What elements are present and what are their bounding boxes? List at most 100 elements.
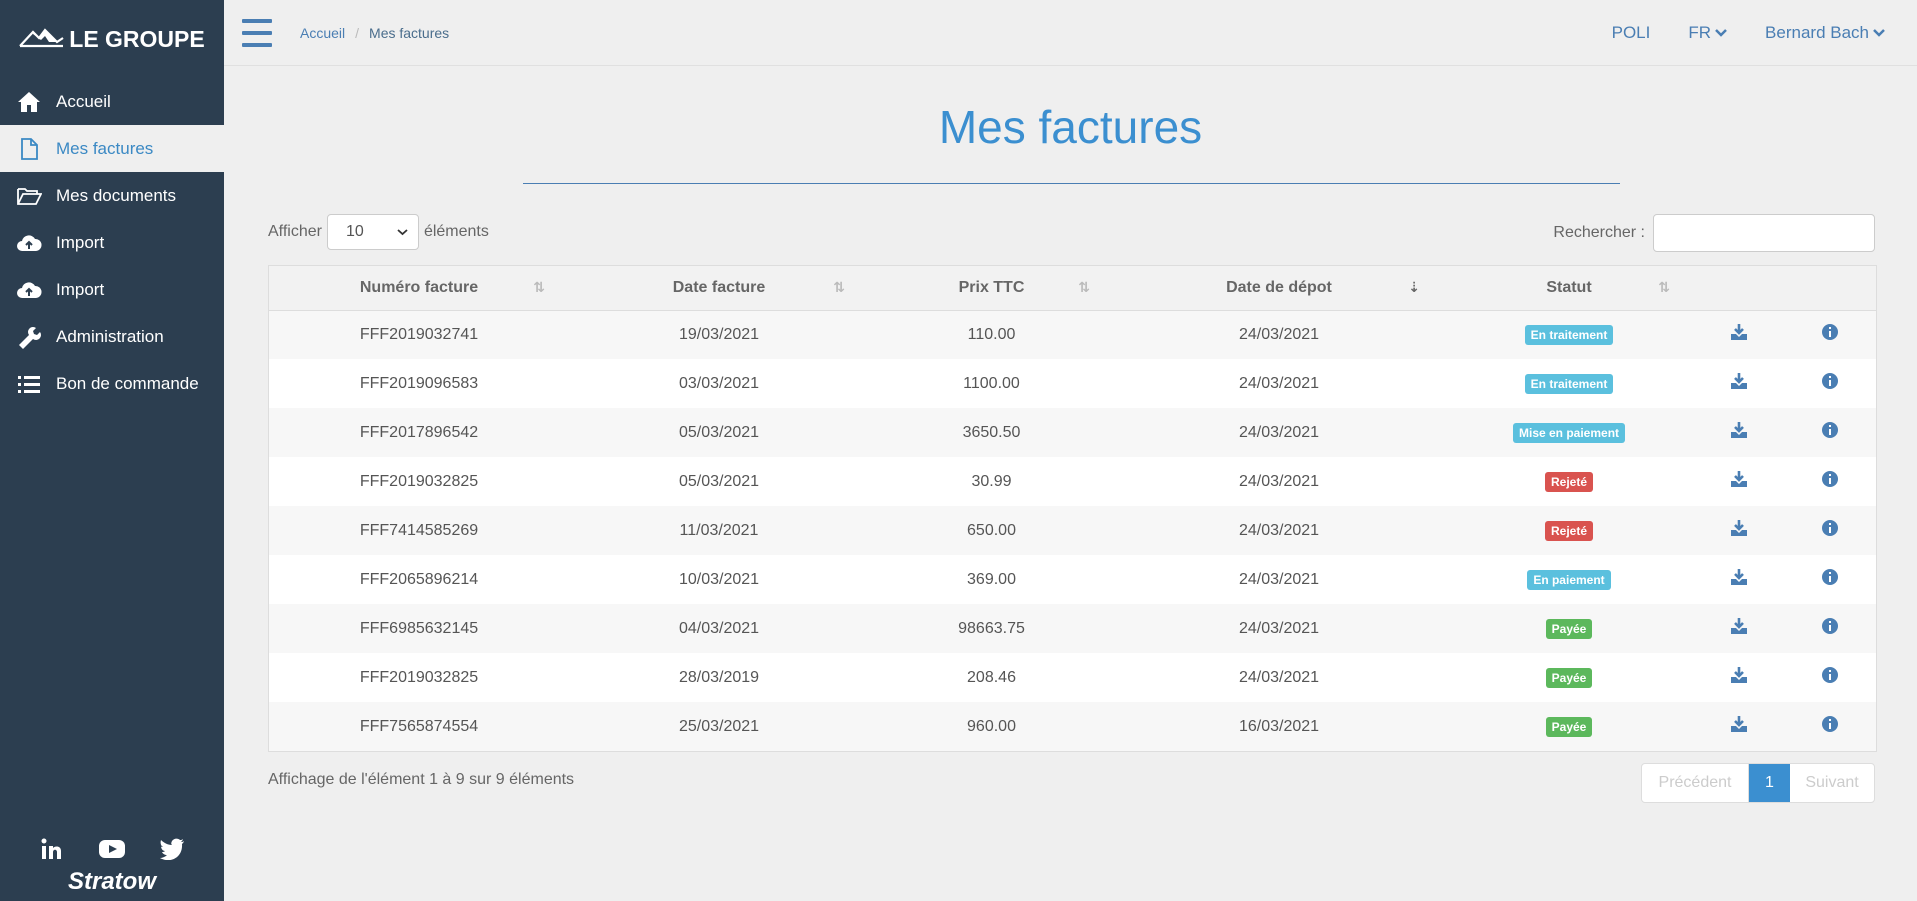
footer-brand-logo[interactable]: Stratow — [0, 868, 224, 896]
sidebar-item-label: Accueil — [56, 91, 111, 111]
table-row: FFF2019032825 28/03/2019 208.46 24/03/2021 P… — [269, 653, 1876, 702]
cell-numero: FFF2065896214 — [359, 570, 479, 588]
info-icon[interactable] — [1821, 323, 1839, 341]
cell-prix: 1100.00 — [963, 374, 1020, 392]
status-badge: En traitement — [1524, 324, 1614, 345]
column-header-download — [1694, 266, 1784, 311]
download-icon[interactable] — [1730, 568, 1748, 586]
cell-depot: 16/03/2021 — [1238, 717, 1320, 735]
previous-page-button[interactable]: Précédent — [1642, 764, 1749, 802]
linkedin-icon[interactable] — [37, 836, 67, 862]
cell-date: 05/03/2021 — [678, 472, 760, 490]
status-badge: Payée — [1545, 716, 1593, 737]
sidebar-item-label: Import — [56, 232, 105, 252]
cell-info — [1784, 310, 1876, 359]
chevron-down-icon — [397, 223, 408, 241]
column-header-prix[interactable]: Prix TTC ⇅ — [869, 266, 1114, 311]
table-row: FFF2019032825 05/03/2021 30.99 24/03/2021 Re… — [269, 457, 1876, 506]
table-row: FFF2017896542 05/03/2021 3650.50 24/03/2021… — [269, 408, 1876, 457]
download-icon[interactable] — [1730, 666, 1748, 684]
download-icon[interactable] — [1730, 715, 1748, 733]
download-icon[interactable] — [1730, 323, 1748, 341]
download-icon[interactable] — [1730, 519, 1748, 537]
search-label: Rechercher : — [1553, 224, 1645, 241]
chevron-down-icon — [1873, 23, 1885, 43]
info-icon[interactable] — [1821, 715, 1839, 733]
cell-download — [1694, 408, 1784, 457]
download-icon[interactable] — [1730, 617, 1748, 635]
info-icon[interactable] — [1821, 666, 1839, 684]
sort-icon: ⇅ — [533, 279, 545, 295]
info-icon[interactable] — [1821, 568, 1839, 586]
page-size-value: 10 — [345, 223, 364, 240]
column-header-depot[interactable]: Date de dépot ⇣ — [1114, 266, 1444, 311]
column-header-date[interactable]: Date facture ⇅ — [569, 266, 869, 311]
cell-info — [1784, 555, 1876, 604]
youtube-icon[interactable] — [97, 836, 127, 862]
cell-prix: 650.00 — [967, 521, 1016, 539]
column-header-numero[interactable]: Numéro facture ⇅ — [269, 266, 569, 311]
twitter-icon[interactable] — [157, 836, 187, 862]
sidebar-item-accueil[interactable]: Accueil — [0, 78, 224, 125]
folder-open-icon — [16, 184, 46, 208]
info-icon[interactable] — [1821, 470, 1839, 488]
sidebar-item-mes-factures[interactable]: Mes factures — [0, 125, 224, 172]
cell-numero: FFF7414585269 — [359, 521, 479, 539]
sidebar-item-import-2[interactable]: Import — [0, 266, 224, 313]
cell-depot: 24/03/2021 — [1238, 570, 1320, 588]
sort-icon: ⇅ — [833, 279, 845, 295]
sidebar-item-import-1[interactable]: Import — [0, 219, 224, 266]
search-control: Rechercher : — [1553, 214, 1875, 252]
cell-date: 19/03/2021 — [678, 325, 760, 343]
cell-download — [1694, 359, 1784, 408]
status-badge: En traitement — [1524, 373, 1614, 394]
wrench-icon — [16, 325, 46, 349]
elements-label: éléments — [423, 223, 489, 240]
menu-toggle-icon[interactable] — [242, 18, 272, 47]
cloud-upload-icon — [16, 231, 46, 255]
cell-statut: Rejeté — [1444, 506, 1694, 555]
language-label: FR — [1688, 22, 1712, 42]
cell-statut: En paiement — [1444, 555, 1694, 604]
download-icon[interactable] — [1730, 421, 1748, 439]
brand-logo[interactable]: LE GROUPE — [0, 0, 224, 78]
list-icon — [16, 372, 46, 396]
invoices-table: Numéro facture ⇅ Date facture ⇅ Prix TTC ⇅ … — [268, 265, 1877, 752]
sort-icon: ⇅ — [1658, 279, 1670, 295]
user-dropdown[interactable]: Bernard Bach — [1765, 23, 1885, 43]
table-info: Affichage de l'élément 1 à 9 sur 9 éléme… — [268, 771, 575, 788]
cloud-upload-icon — [16, 278, 46, 302]
column-label: Date de dépot — [1226, 278, 1332, 296]
cell-prix: 98663.75 — [958, 619, 1025, 637]
sidebar-item-mes-documents[interactable]: Mes documents — [0, 172, 224, 219]
cell-date: 11/03/2021 — [679, 521, 759, 539]
org-link[interactable]: POLI — [1612, 23, 1651, 43]
next-page-button[interactable]: Suivant — [1790, 764, 1874, 802]
search-input[interactable] — [1653, 214, 1875, 252]
breadcrumb-home-link[interactable]: Accueil — [300, 25, 345, 41]
info-icon[interactable] — [1821, 421, 1839, 439]
pagination: Précédent 1 Suivant — [1641, 763, 1875, 803]
page-size-select[interactable]: 10 — [326, 214, 419, 250]
page-1-button[interactable]: 1 — [1749, 764, 1790, 802]
info-icon[interactable] — [1821, 519, 1839, 537]
cell-download — [1694, 555, 1784, 604]
sort-desc-icon: ⇣ — [1408, 279, 1420, 295]
table-row: FFF2019032741 19/03/2021 110.00 24/03/2021 E… — [269, 310, 1876, 359]
cell-numero: FFF2019032825 — [359, 668, 479, 686]
sidebar-item-bon-de-commande[interactable]: Bon de commande — [0, 360, 224, 407]
cell-depot: 24/03/2021 — [1238, 374, 1320, 392]
cell-numero: FFF6985632145 — [359, 619, 479, 637]
cell-date: 28/03/2019 — [678, 668, 760, 686]
download-icon[interactable] — [1730, 372, 1748, 390]
download-icon[interactable] — [1730, 470, 1748, 488]
chevron-down-icon — [1715, 23, 1727, 43]
cell-statut: Payée — [1444, 653, 1694, 702]
info-icon[interactable] — [1821, 617, 1839, 635]
column-header-statut[interactable]: Statut ⇅ — [1444, 266, 1694, 311]
language-dropdown[interactable]: FR — [1688, 23, 1727, 43]
sidebar-item-administration[interactable]: Administration — [0, 313, 224, 360]
info-icon[interactable] — [1821, 372, 1839, 390]
status-badge: Payée — [1545, 667, 1593, 688]
cell-date: 04/03/2021 — [678, 619, 760, 637]
